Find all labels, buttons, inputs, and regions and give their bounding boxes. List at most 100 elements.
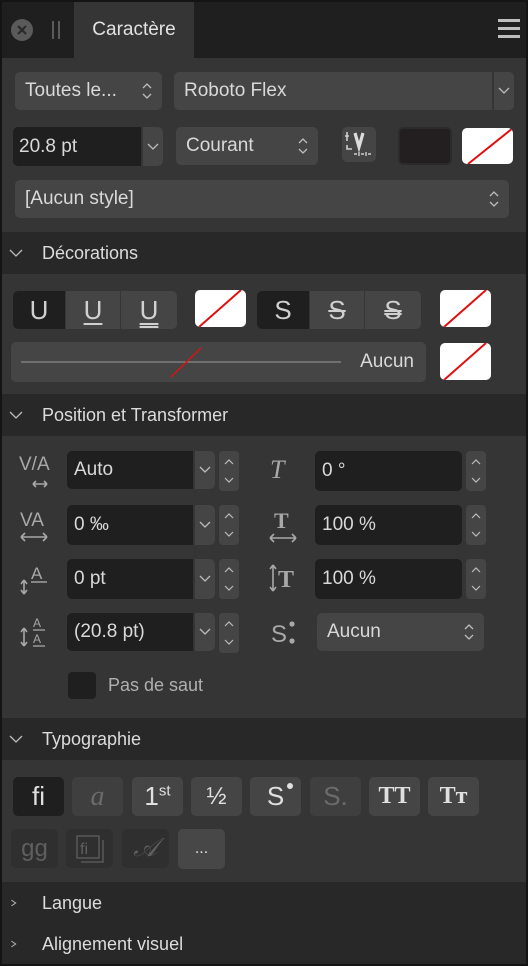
tracking-field[interactable]: 0 ‰ — [67, 505, 215, 545]
section-position-header[interactable]: Position et Transformer — [2, 394, 526, 436]
no-color-icon — [467, 128, 513, 164]
font-collection-value: Toutes le... — [25, 80, 117, 101]
section-optical-alignment-header[interactable]: Alignement visuel — [2, 924, 526, 964]
strike-double-button[interactable]: S — [365, 291, 421, 329]
chevron-down-icon — [498, 87, 510, 94]
vertical-scale-icon: T — [269, 564, 294, 593]
kerning-stepper[interactable] — [219, 451, 239, 491]
strike-none-button[interactable]: S — [257, 291, 310, 329]
underline-double-button[interactable]: U — [121, 291, 177, 329]
chevron-right-icon — [11, 940, 17, 948]
text-fill-color-swatch[interactable] — [398, 127, 452, 165]
section-language-header[interactable]: Langue — [2, 882, 526, 924]
text-style-select[interactable]: [Aucun style] — [15, 180, 509, 218]
updown-arrows-icon — [224, 621, 234, 645]
section-title: Décorations — [42, 242, 139, 263]
font-weight-select[interactable]: Courant — [176, 127, 318, 165]
baseline-field[interactable]: 0 pt — [67, 559, 215, 599]
tracking-stepper[interactable] — [219, 505, 239, 545]
svg-text:V/A: V/A — [19, 454, 50, 475]
framed-fi-icon: fi — [75, 834, 104, 863]
chevron-right-icon — [11, 899, 17, 907]
stylistic-alternates-button[interactable]: gg — [11, 829, 58, 868]
updown-arrows-icon — [224, 513, 234, 537]
decoration-line-color-swatch[interactable] — [440, 343, 491, 380]
font-family-field[interactable]: Roboto Flex — [174, 72, 514, 110]
underline-color-swatch[interactable] — [195, 290, 246, 327]
line-style-select[interactable]: Aucun — [11, 342, 426, 382]
swash-a-icon: 𝒜 — [133, 833, 158, 862]
font-size-value: 20.8 pt — [19, 135, 78, 157]
vertical-scale-stepper[interactable] — [466, 559, 486, 599]
kerning-field[interactable]: Auto — [67, 451, 215, 489]
baseline-stepper[interactable] — [219, 559, 239, 599]
underline-single-label: U — [83, 294, 103, 325]
strikethrough-color-swatch[interactable] — [440, 290, 491, 327]
close-button[interactable] — [11, 19, 33, 41]
no-break-checkbox[interactable] — [68, 672, 96, 699]
ligatures-button[interactable]: fi — [13, 777, 64, 816]
section-decorations-header[interactable]: Décorations — [2, 232, 526, 274]
tracking-value: 0 ‰ — [74, 514, 109, 535]
kerning-icon: V/A — [19, 454, 50, 488]
script-select[interactable]: Aucun — [317, 613, 484, 651]
skew-stepper[interactable] — [466, 451, 486, 491]
underline-single-button[interactable]: U — [66, 291, 121, 329]
strike-single-label: S — [328, 294, 346, 325]
tracking-dropdown-button[interactable] — [193, 505, 215, 545]
all-caps-button[interactable]: TT — [369, 777, 420, 816]
font-size-field[interactable]: 20.8 pt — [13, 127, 163, 166]
section-title: Typographie — [42, 728, 142, 749]
leading-field[interactable]: (20.8 pt) — [67, 613, 215, 651]
strike-single-button[interactable]: S — [310, 291, 365, 329]
no-break-label[interactable]: Pas de saut — [108, 675, 203, 696]
superscript-s-icon: S — [267, 781, 294, 812]
subscript-s-icon: S. — [323, 781, 348, 811]
ordinals-icon: 1st — [144, 781, 170, 812]
updown-arrows-icon — [464, 624, 474, 640]
contextual-alternates-button[interactable]: fi — [66, 829, 113, 868]
hamburger-menu-icon — [498, 19, 520, 22]
vertical-align-button[interactable] — [342, 127, 376, 162]
tab-character[interactable]: Caractère — [74, 2, 194, 58]
drag-handle-icon[interactable] — [52, 21, 60, 39]
script-a-icon: a — [90, 780, 105, 812]
kerning-dropdown-button[interactable] — [193, 451, 215, 489]
subscript-button[interactable]: S. — [310, 777, 361, 816]
underline-toggle-group: U U U — [13, 291, 177, 329]
all-caps-icon: TT — [378, 783, 411, 809]
more-options-button[interactable]: ... — [178, 829, 225, 869]
font-family-value: Roboto Flex — [184, 80, 287, 101]
horizontal-scale-field[interactable]: 100 % — [315, 505, 462, 545]
panel-menu-button[interactable] — [498, 18, 520, 40]
fraction-icon: ½ — [206, 782, 227, 810]
swash-button[interactable]: 𝒜 — [122, 829, 169, 868]
underline-double-label: U — [139, 294, 159, 325]
section-typography-header[interactable]: Typographie — [2, 718, 526, 760]
discretionary-ligatures-button[interactable]: a — [72, 777, 123, 816]
ordinals-button[interactable]: 1st — [132, 777, 183, 816]
updown-arrows-icon — [471, 459, 481, 483]
svg-text:T: T — [274, 508, 289, 533]
font-size-dropdown-button[interactable] — [141, 127, 163, 166]
leading-icon: A A — [20, 616, 45, 647]
vertical-scale-field[interactable]: 100 % — [315, 559, 462, 599]
leading-dropdown-button[interactable] — [193, 613, 215, 651]
updown-arrows-icon — [224, 459, 234, 483]
font-family-dropdown-button[interactable] — [492, 72, 514, 110]
small-caps-button[interactable]: Tт — [428, 777, 479, 816]
text-background-color-swatch[interactable] — [462, 128, 513, 164]
font-collection-select[interactable]: Toutes le... — [15, 72, 162, 110]
skew-field[interactable]: 0 ° — [315, 451, 462, 491]
baseline-dropdown-button[interactable] — [193, 559, 215, 599]
leading-stepper[interactable] — [219, 613, 239, 653]
line-style-value: Aucun — [360, 351, 414, 372]
horizontal-scale-icon: T — [269, 508, 297, 543]
small-caps-icon: Tт — [439, 783, 468, 809]
fractions-button[interactable]: ½ — [191, 777, 242, 816]
section-title: Position et Transformer — [42, 404, 229, 425]
underline-none-button[interactable]: U — [13, 291, 66, 329]
horizontal-scale-stepper[interactable] — [466, 505, 486, 545]
close-icon — [17, 25, 27, 35]
superscript-button[interactable]: S — [250, 777, 301, 816]
